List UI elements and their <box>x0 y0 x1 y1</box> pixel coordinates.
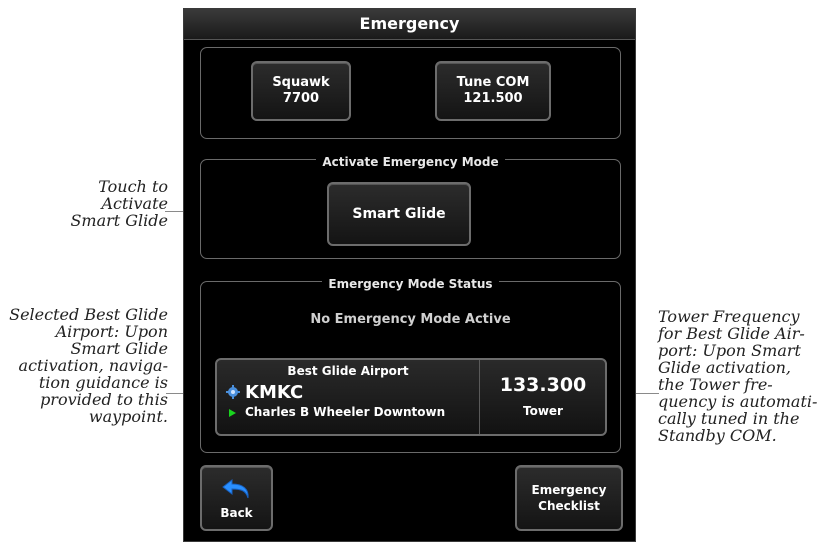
tune-com-button[interactable]: Tune COM 121.500 <box>435 61 551 121</box>
emergency-screen: Emergency Squawk 7700 Tune COM 121.500 A… <box>183 8 636 542</box>
back-arrow-icon <box>221 478 249 499</box>
best-glide-airport-section[interactable]: Best Glide Airport KMKC Charles B Wheele… <box>217 360 480 434</box>
emergency-status-panel: Emergency Mode Status No Emergency Mode … <box>200 277 621 453</box>
airport-name: Charles B Wheeler Downtown <box>245 405 446 419</box>
callout-selected-airport: Selected Best Glide Airport: Upon Smart … <box>9 305 168 426</box>
green-arrow-icon <box>229 409 236 417</box>
emergency-checklist-button[interactable]: Emergency Checklist <box>515 465 623 531</box>
activate-panel-legend: Activate Emergency Mode <box>316 155 505 169</box>
page-title: Emergency <box>184 9 635 40</box>
back-button[interactable]: Back <box>200 465 273 531</box>
tower-label: Tower <box>523 404 563 418</box>
callout-touch-smart-glide: Touch to Activate Smart Glide <box>70 177 168 230</box>
best-glide-title: Best Glide Airport <box>287 364 409 378</box>
airport-icon <box>226 385 240 399</box>
airport-ident: KMKC <box>245 382 304 403</box>
smart-glide-button[interactable]: Smart Glide <box>327 182 471 246</box>
squawk-7700-button[interactable]: Squawk 7700 <box>251 61 351 121</box>
status-text: No Emergency Mode Active <box>310 312 511 327</box>
squawk-tune-panel: Squawk 7700 Tune COM 121.500 <box>200 47 621 139</box>
best-glide-airport-card[interactable]: Best Glide Airport KMKC Charles B Wheele… <box>215 358 607 436</box>
status-panel-legend: Emergency Mode Status <box>322 277 499 291</box>
callout-tower-frequency: Tower Frequency for Best Glide Air- port… <box>658 307 818 445</box>
activate-emergency-panel: Activate Emergency Mode Smart Glide <box>200 155 621 259</box>
tower-frequency[interactable]: 133.300 <box>479 374 607 396</box>
